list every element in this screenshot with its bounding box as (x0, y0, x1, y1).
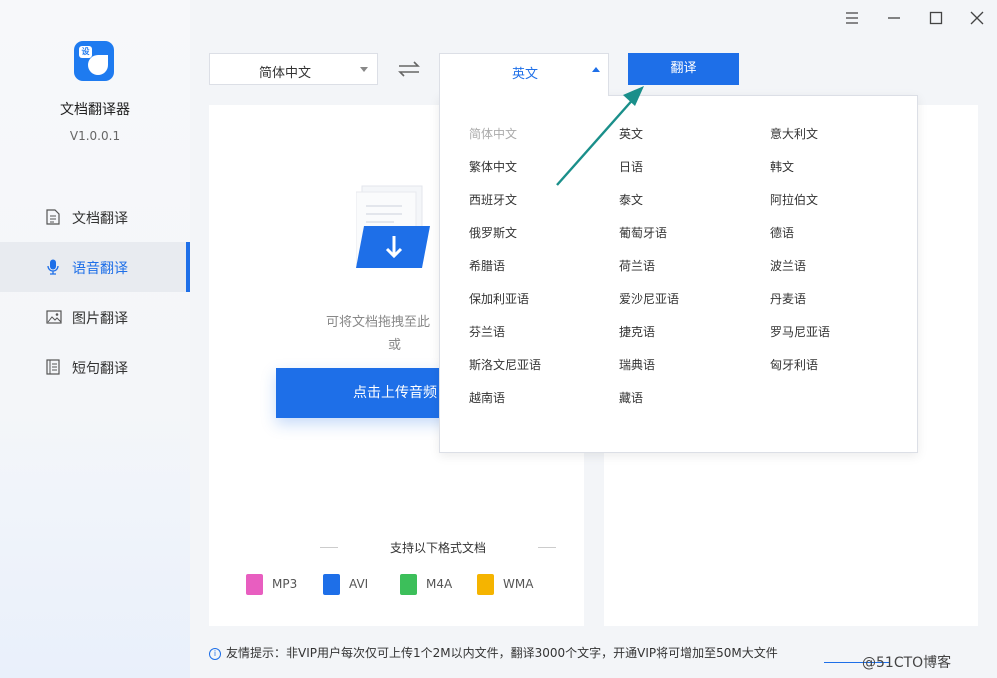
format-label: M4A (426, 577, 453, 591)
tip-text: 友情提示：非VIP用户每次仅可上传1个2M以内文件，翻译3000个文字，开通VI… (226, 646, 778, 660)
translate-button[interactable]: 翻译 (628, 53, 739, 85)
drop-hint-text: 可将文档拖拽至此 (326, 315, 431, 330)
language-option[interactable]: 俄罗斯文 (469, 224, 517, 241)
chevron-up-icon (592, 67, 600, 72)
language-option[interactable]: 丹麦语 (770, 290, 806, 307)
format-label: AVI (349, 577, 369, 591)
language-option[interactable]: 匈牙利语 (770, 356, 818, 373)
wma-file-icon (477, 574, 494, 595)
sidebar-item-sentence-translate[interactable]: 短句翻译 (0, 342, 190, 392)
sidebar-item-label: 语音翻译 (72, 261, 128, 277)
language-option[interactable]: 英文 (619, 125, 643, 142)
text-lines-icon (46, 359, 60, 375)
sidebar-item-voice-translate[interactable]: 语音翻译 (0, 242, 190, 292)
language-option[interactable]: 荷兰语 (619, 257, 655, 274)
sidebar-item-label: 文档翻译 (72, 211, 128, 227)
sidebar-item-image-translate[interactable]: 图片翻译 (0, 292, 190, 342)
language-option: 简体中文 (469, 127, 518, 141)
language-option[interactable]: 德语 (770, 224, 794, 241)
image-icon (46, 310, 62, 324)
source-language-value: 简体中文 (258, 66, 311, 81)
target-language-select[interactable]: 英文 (439, 53, 609, 96)
format-label: MP3 (272, 577, 298, 591)
source-language-select[interactable]: 简体中文 (209, 53, 378, 85)
chevron-down-icon (360, 67, 368, 72)
language-option[interactable]: 芬兰语 (469, 323, 505, 340)
sidebar-item-label: 短句翻译 (72, 361, 128, 377)
language-option[interactable]: 波兰语 (770, 257, 806, 274)
language-option[interactable]: 保加利亚语 (469, 290, 529, 307)
language-option[interactable]: 罗马尼亚语 (770, 323, 830, 340)
minimize-icon[interactable] (886, 10, 902, 26)
menu-icon[interactable] (844, 10, 860, 26)
language-option[interactable]: 泰文 (619, 191, 643, 208)
language-option[interactable]: 葡萄牙语 (619, 224, 667, 241)
active-indicator (186, 242, 190, 292)
info-icon: i (209, 648, 221, 660)
app-version: V1.0.0.1 (69, 129, 121, 143)
target-language-value: 英文 (511, 67, 538, 82)
or-text: 或 (388, 338, 402, 353)
tip-bar: i 友情提示：非VIP用户每次仅可上传1个2M以内文件，翻译3000个文字，开通V… (209, 644, 778, 661)
document-icon (46, 209, 60, 225)
m4a-file-icon (400, 574, 417, 595)
language-option[interactable]: 爱沙尼亚语 (619, 290, 679, 307)
supported-formats-title: 支持以下格式文档 (320, 539, 556, 556)
language-option[interactable]: 斯洛文尼亚语 (469, 356, 541, 373)
maximize-icon[interactable] (928, 10, 944, 26)
app-logo-icon: 设 (74, 41, 114, 81)
sidebar: 设 文档翻译器 V1.0.0.1 文档翻译 语音翻译 图片翻译 短句翻译 (0, 0, 190, 678)
language-option[interactable]: 希腊语 (469, 257, 505, 274)
language-option[interactable]: 越南语 (469, 389, 505, 406)
logo-badge: 设 (79, 46, 92, 58)
language-option[interactable]: 瑞典语 (619, 356, 655, 373)
language-option[interactable]: 捷克语 (619, 323, 655, 340)
mp3-file-icon (246, 574, 263, 595)
target-language-dropdown: 简体中文 英文 意大利文 繁体中文 日语 韩文 西班牙文 泰文 阿拉伯文 俄罗斯… (439, 95, 918, 453)
language-option[interactable]: 韩文 (770, 158, 794, 175)
language-option[interactable]: 西班牙文 (469, 191, 517, 208)
format-label: WMA (503, 577, 534, 591)
sidebar-item-document-translate[interactable]: 文档翻译 (0, 192, 190, 242)
sidebar-item-label: 图片翻译 (72, 311, 128, 327)
language-option[interactable]: 阿拉伯文 (770, 191, 818, 208)
upload-file-illustration-icon (356, 185, 430, 268)
watermark: @51CTO博客 (862, 655, 952, 671)
app-title: 文档翻译器 (60, 102, 130, 118)
language-option[interactable]: 意大利文 (770, 125, 818, 142)
swap-languages-icon[interactable] (396, 58, 422, 80)
language-option[interactable]: 繁体中文 (469, 158, 517, 175)
avi-file-icon (323, 574, 340, 595)
language-option[interactable]: 藏语 (619, 389, 643, 406)
language-option[interactable]: 日语 (619, 158, 643, 175)
close-icon[interactable] (969, 10, 985, 26)
microphone-icon (47, 259, 59, 275)
